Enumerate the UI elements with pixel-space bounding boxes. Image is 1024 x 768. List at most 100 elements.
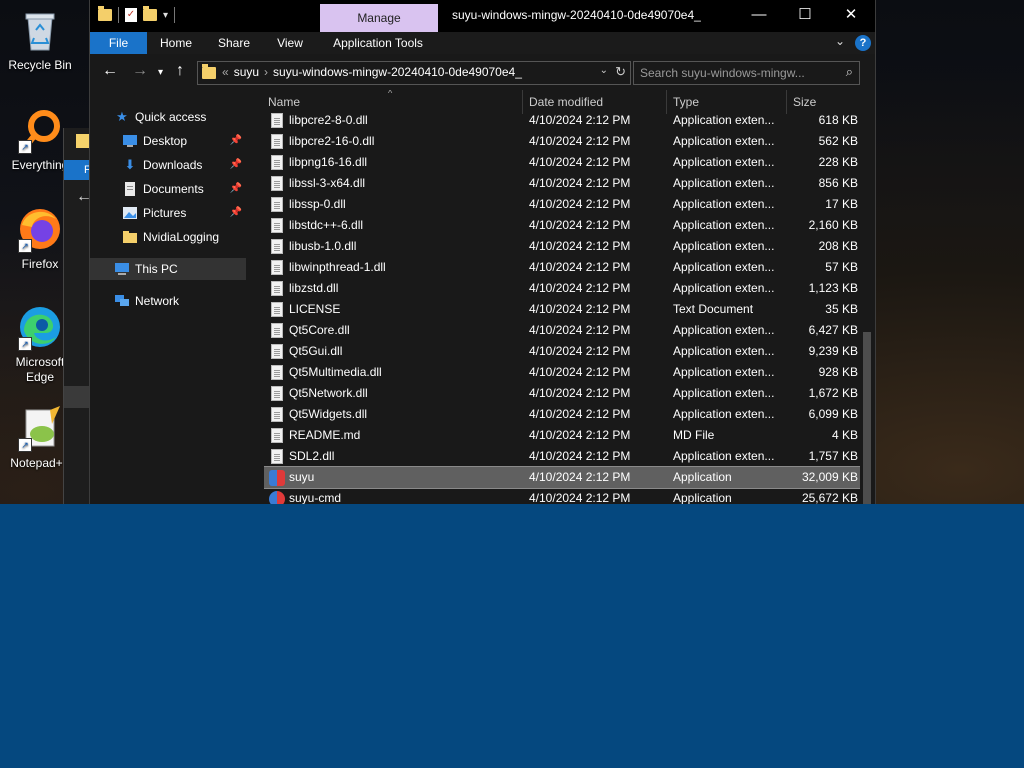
expand-ribbon-chevron-icon[interactable]: ⌄ <box>835 34 845 48</box>
breadcrumb-item-current[interactable]: suyu-windows-mingw-20240410-0de49070e4_ <box>273 65 522 79</box>
scrollbar-thumb[interactable] <box>863 332 871 504</box>
search-icon[interactable]: ⌕ <box>846 64 853 80</box>
network-icon <box>114 294 130 308</box>
table-row[interactable]: libpcre2-16-0.dll 4/10/2024 2:12 PM Applic… <box>264 131 860 152</box>
file-icon <box>271 365 283 380</box>
file-size: 17 KB <box>825 197 858 211</box>
table-row[interactable]: LICENSE 4/10/2024 2:12 PM Text Document 35 … <box>264 299 860 320</box>
file-type: Application exten... <box>673 386 775 400</box>
table-row[interactable]: libpng16-16.dll 4/10/2024 2:12 PM Applicat… <box>264 152 860 173</box>
column-header-type[interactable]: Type <box>673 95 699 109</box>
folder-icon <box>202 64 216 79</box>
file-date: 4/10/2024 2:12 PM <box>529 365 631 379</box>
file-date: 4/10/2024 2:12 PM <box>529 134 631 148</box>
recent-locations-chevron-icon[interactable]: ▾ <box>158 64 163 82</box>
properties-icon[interactable]: ✓ <box>125 8 137 22</box>
table-row[interactable]: Qt5Widgets.dll 4/10/2024 2:12 PM Applicati… <box>264 404 860 425</box>
table-row[interactable]: libssp-0.dll 4/10/2024 2:12 PM Application… <box>264 194 860 215</box>
table-row[interactable]: libzstd.dll 4/10/2024 2:12 PM Application … <box>264 278 860 299</box>
pictures-icon <box>122 206 138 220</box>
column-header-date[interactable]: Date modified <box>529 95 603 109</box>
tab-view[interactable]: View <box>266 32 314 54</box>
customize-toolbar-icon[interactable]: ▾ <box>163 10 168 21</box>
file-icon <box>271 134 283 149</box>
nav-label: This PC <box>135 262 178 276</box>
vertical-scrollbar[interactable] <box>861 110 873 504</box>
file-explorer-window: ✓ ▾ Manage suyu-windows-mingw-20240410-0… <box>89 0 876 504</box>
table-row[interactable]: Qt5Multimedia.dll 4/10/2024 2:12 PM Applic… <box>264 362 860 383</box>
file-name: Qt5Network.dll <box>289 386 368 400</box>
file-icon <box>271 281 283 296</box>
table-row[interactable]: libwinpthread-1.dll 4/10/2024 2:12 PM Appl… <box>264 257 860 278</box>
tab-home[interactable]: Home <box>152 32 200 54</box>
file-date: 4/10/2024 2:12 PM <box>529 218 631 232</box>
folder-icon <box>76 134 90 148</box>
file-date: 4/10/2024 2:12 PM <box>529 260 631 274</box>
file-date: 4/10/2024 2:12 PM <box>529 344 631 358</box>
search-input[interactable] <box>634 62 832 84</box>
table-row[interactable]: libusb-1.0.dll 4/10/2024 2:12 PM Applicati… <box>264 236 860 257</box>
nav-item-desktop[interactable]: Desktop 📌 <box>90 130 246 152</box>
file-type: Application exten... <box>673 197 775 211</box>
nav-this-pc[interactable]: This PC <box>90 258 246 280</box>
minimize-button[interactable]: — <box>736 0 782 30</box>
table-row[interactable]: libpcre2-8-0.dll 4/10/2024 2:12 PM Applica… <box>264 110 860 131</box>
breadcrumb[interactable]: « suyu › suyu-windows-mingw-20240410-0de490… <box>222 65 522 79</box>
tab-file[interactable]: File <box>90 32 147 54</box>
nav-item-downloads[interactable]: ⬇ Downloads 📌 <box>90 154 246 176</box>
maximize-button[interactable]: ☐ <box>782 0 828 30</box>
address-bar[interactable]: « suyu › suyu-windows-mingw-20240410-0de490… <box>197 61 631 85</box>
file-date: 4/10/2024 2:12 PM <box>529 386 631 400</box>
table-row[interactable]: README.md 4/10/2024 2:12 PM MD File 4 KB <box>264 425 860 446</box>
refresh-icon[interactable]: ↻ <box>615 64 626 80</box>
nav-item-pictures[interactable]: Pictures 📌 <box>90 202 246 224</box>
address-dropdown-icon[interactable]: ⌄ <box>600 65 608 76</box>
documents-icon <box>122 182 138 196</box>
table-row[interactable]: suyu-cmd 4/10/2024 2:12 PM Application 25,6… <box>264 488 860 504</box>
file-date: 4/10/2024 2:12 PM <box>529 407 631 421</box>
column-header-name[interactable]: Name <box>268 95 300 109</box>
search-box[interactable]: ⌕ <box>633 61 860 85</box>
nav-network[interactable]: Network <box>90 290 246 312</box>
file-icon <box>271 449 283 464</box>
desktop-icon-recycle-bin[interactable]: Recycle Bin <box>0 6 80 73</box>
file-type: Application exten... <box>673 365 775 379</box>
manage-context-tab[interactable]: Manage <box>320 4 438 32</box>
up-arrow-icon[interactable]: ↑ <box>176 62 184 80</box>
nav-label: NvidiaLogging <box>143 230 220 244</box>
back-arrow-icon[interactable]: ← <box>102 62 118 80</box>
breadcrumb-overflow-icon[interactable]: « <box>222 65 229 79</box>
title-bar: ✓ ▾ Manage suyu-windows-mingw-20240410-0… <box>90 0 875 32</box>
tab-share[interactable]: Share <box>210 32 258 54</box>
table-row[interactable]: SDL2.dll 4/10/2024 2:12 PM Application ext… <box>264 446 860 467</box>
file-type: Application exten... <box>673 155 775 169</box>
folder-icon[interactable] <box>98 6 112 21</box>
table-row[interactable]: libssl-3-x64.dll 4/10/2024 2:12 PM Applica… <box>264 173 860 194</box>
address-bar-row: ← → ▾ ↑ « suyu › suyu-windows-mingw-2024041… <box>90 54 875 90</box>
file-size: 618 KB <box>818 113 858 127</box>
file-size: 35 KB <box>825 302 858 316</box>
new-folder-icon[interactable] <box>143 6 157 21</box>
file-type: Application exten... <box>673 239 775 253</box>
forward-arrow-icon[interactable]: → <box>132 62 148 80</box>
file-name: Qt5Core.dll <box>289 323 350 337</box>
column-header-size[interactable]: Size <box>793 95 816 109</box>
table-row[interactable]: Qt5Gui.dll 4/10/2024 2:12 PM Application e… <box>264 341 860 362</box>
nav-item-documents[interactable]: Documents 📌 <box>90 178 246 200</box>
table-row[interactable]: Qt5Core.dll 4/10/2024 2:12 PM Application … <box>264 320 860 341</box>
file-icon <box>271 113 283 128</box>
tab-application-tools[interactable]: Application Tools <box>326 32 430 54</box>
help-icon[interactable]: ? <box>855 35 871 51</box>
file-name: libstdc++-6.dll <box>289 218 364 232</box>
file-icon <box>271 239 283 254</box>
nav-quick-access[interactable]: ★ Quick access <box>90 106 246 128</box>
nav-item-nvidialogging[interactable]: NvidiaLogging <box>90 226 246 248</box>
breadcrumb-item-suyu[interactable]: suyu <box>234 65 259 79</box>
file-size: 208 KB <box>818 239 858 253</box>
table-row[interactable]: libstdc++-6.dll 4/10/2024 2:12 PM Applicat… <box>264 215 860 236</box>
close-button[interactable]: ✕ <box>828 0 874 30</box>
table-row[interactable]: Qt5Network.dll 4/10/2024 2:12 PM Applicati… <box>264 383 860 404</box>
file-date: 4/10/2024 2:12 PM <box>529 323 631 337</box>
table-row[interactable]: suyu 4/10/2024 2:12 PM Application 32,009 K… <box>264 466 860 489</box>
everything-icon: ↗ <box>16 106 64 154</box>
